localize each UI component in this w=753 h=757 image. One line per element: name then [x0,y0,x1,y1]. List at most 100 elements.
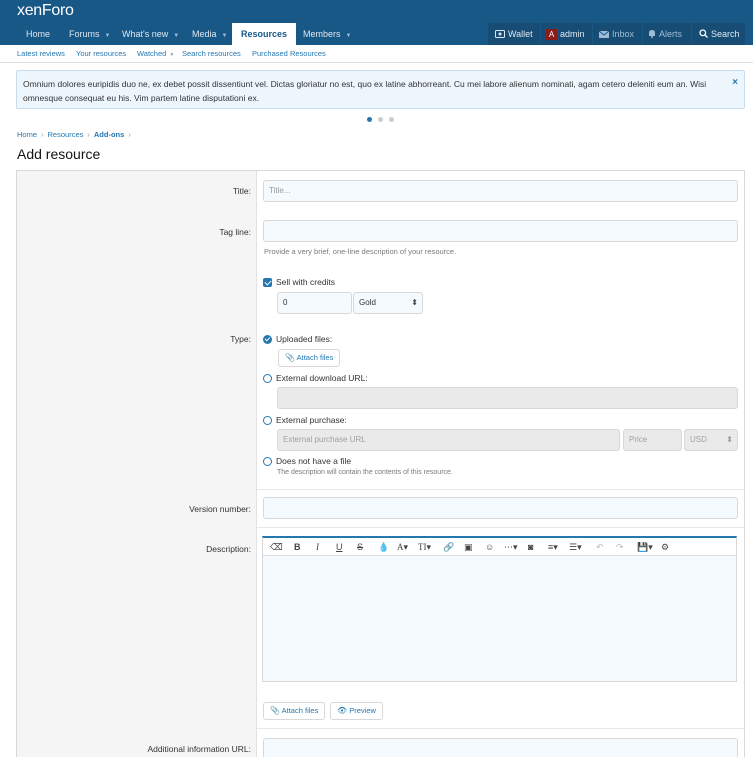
chevron-down-icon[interactable]: ▼ [346,33,352,39]
font-size-icon[interactable]: TI▾ [418,540,431,554]
version-input[interactable] [263,497,738,519]
type-uploaded-radio[interactable]: Uploaded files: [263,334,333,345]
close-icon[interactable]: × [732,76,738,90]
sub-nav: Latest reviews Your resources Watched ▼ S… [0,45,753,63]
currency-select-value: Gold [359,298,376,307]
image-icon[interactable]: ▣ [464,540,473,554]
link-icon[interactable]: 🔗 [443,540,454,554]
type-external-download-radio[interactable]: External download URL: [263,373,368,384]
font-family-icon[interactable]: A▾ [397,540,408,554]
subnav-search-resources[interactable]: Search resources [182,45,241,63]
main-nav: Home Forums ▼ What's new ▼ Media ▼ Resource… [0,23,753,45]
preview-label: Preview [349,706,376,715]
type-no-file-radio[interactable]: Does not have a file [263,456,352,467]
divider [257,489,745,490]
external-download-input[interactable] [277,387,738,409]
breadcrumb-resources[interactable]: Resources [48,130,84,139]
version-label: Version number: [189,504,251,514]
additional-url-input[interactable] [263,738,738,757]
subnav-purchased-resources[interactable]: Purchased Resources [252,45,326,63]
page-title: Add resource [17,146,101,162]
credits-amount-input[interactable]: 0 [277,292,352,314]
radio-icon[interactable] [263,374,272,384]
uploaded-files-label: Uploaded files: [276,334,333,344]
pager-dot[interactable] [389,117,394,122]
nav-members[interactable]: Members ▼ [303,23,351,45]
color-icon[interactable]: 💧 [378,540,389,554]
sell-credits-label: Sell with credits [276,277,336,287]
title-input[interactable]: Title... [263,180,738,202]
underline-icon[interactable]: U [336,540,343,554]
search-link[interactable]: Search [699,23,740,45]
breadcrumb-add-ons[interactable]: Add-ons [94,130,124,139]
radio-icon[interactable] [263,457,272,467]
breadcrumb: Home › Resources › Add-ons › [17,130,135,139]
divider [257,728,745,729]
breadcrumb-home[interactable]: Home [17,130,37,139]
radio-icon[interactable] [263,416,272,426]
wallet-icon [495,24,505,46]
save-draft-icon[interactable]: 💾▾ [637,540,653,554]
chevron-down-icon[interactable]: ▼ [173,33,179,39]
editor-toolbar: ⌫ B I U S 💧 A▾ TI▾ 🔗 ▣ ☺ ⋯▾ ◙ ≡▾ ☰▾ ↶ ↷ … [263,538,736,556]
search-icon [699,24,708,46]
description-label: Description: [206,544,251,554]
chevron-down-icon[interactable]: ▼ [222,33,228,39]
wallet-link[interactable]: Wallet [495,23,533,45]
nav-resources-label: Resources [241,29,288,39]
strikethrough-icon[interactable]: S [357,540,363,554]
redo-icon[interactable]: ↷ [616,540,624,554]
nav-forums[interactable]: Forums ▼ [69,23,110,45]
price-currency-select[interactable]: USD ⬍ [684,429,738,451]
purchase-url-input[interactable]: External purchase URL [277,429,620,451]
select-arrows-icon: ⬍ [411,298,418,307]
align-icon[interactable]: ≡▾ [548,540,558,554]
select-arrows-icon: ⬍ [726,435,733,444]
notice-pager [367,114,400,124]
site-logo[interactable]: xenForo [17,2,74,20]
additional-url-label: Additional information URL: [147,744,251,754]
description-editor[interactable]: ⌫ B I U S 💧 A▾ TI▾ 🔗 ▣ ☺ ⋯▾ ◙ ≡▾ ☰▾ ↶ ↷ … [262,536,737,682]
account-link[interactable]: Aadmin [546,23,585,45]
nav-home[interactable]: Home [26,23,50,45]
no-file-label: Does not have a file [276,456,352,466]
nav-whats-new[interactable]: What's new ▼ [122,23,179,45]
alerts-link[interactable]: Alerts [648,23,682,45]
chevron-down-icon[interactable]: ▼ [105,33,111,39]
camera-icon[interactable]: ◙ [528,540,533,554]
type-external-purchase-radio[interactable]: External purchase: [263,415,347,426]
list-icon[interactable]: ☰▾ [569,540,582,554]
avatar: A [546,29,557,41]
title-label: Title: [232,186,251,196]
bold-icon[interactable]: B [294,540,301,554]
subnav-your-resources[interactable]: Your resources [76,45,126,63]
paperclip-icon: 📎 [285,353,295,362]
external-purchase-label: External purchase: [276,415,347,425]
pager-dot[interactable] [367,117,372,122]
italic-icon[interactable]: I [316,540,319,554]
attach-files-bottom-button[interactable]: 📎 Attach files [263,702,326,720]
subnav-latest-reviews[interactable]: Latest reviews [17,45,65,63]
gear-icon[interactable]: ⚙ [661,540,669,554]
paperclip-icon: 📎 [270,706,280,715]
nav-home-label: Home [26,29,51,39]
nav-resources[interactable]: Resources [232,23,297,45]
currency-select[interactable]: Gold ⬍ [353,292,423,314]
tagline-input[interactable] [263,220,738,242]
smilie-icon[interactable]: ☺ [485,540,494,554]
nav-media[interactable]: Media ▼ [192,23,227,45]
pager-dot[interactable] [378,117,383,122]
sell-credits-checkbox[interactable]: Sell with credits [263,277,336,288]
attach-files-button[interactable]: 📎 Attach files [278,349,341,367]
eraser-icon[interactable]: ⌫ [270,540,283,554]
undo-icon[interactable]: ↶ [596,540,604,554]
price-input[interactable]: Price [623,429,682,451]
subnav-watched[interactable]: Watched ▼ [137,45,174,64]
checkbox-checked-icon[interactable] [263,278,272,288]
chevron-down-icon: ▼ [169,52,175,58]
inbox-link[interactable]: Inbox [598,23,634,45]
preview-button[interactable]: 👁 Preview [330,702,383,720]
more-icon[interactable]: ⋯▾ [504,540,518,554]
radio-checked-icon[interactable] [263,335,272,345]
account-label: admin [560,29,585,39]
